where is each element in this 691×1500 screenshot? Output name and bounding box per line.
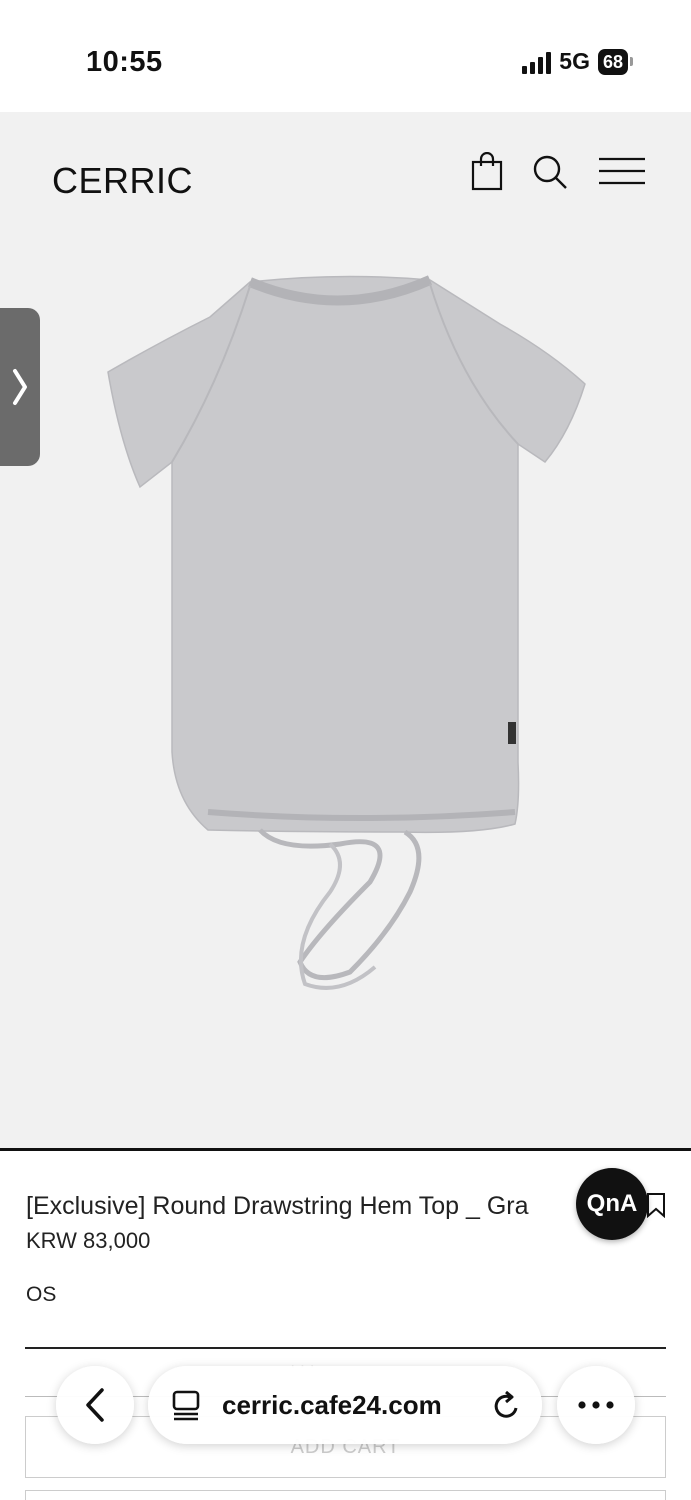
reload-icon[interactable]: [492, 1389, 522, 1426]
more-button[interactable]: [557, 1366, 635, 1444]
search-icon[interactable]: [530, 152, 570, 197]
back-icon: [86, 1388, 104, 1422]
divider: [25, 1347, 666, 1349]
bookmark-icon[interactable]: [645, 1192, 667, 1223]
browser-toolbar: cerric.cafe24.com: [0, 1362, 691, 1452]
battery-tip: [630, 57, 633, 66]
product-image[interactable]: [100, 272, 590, 1007]
qna-button[interactable]: QnA: [576, 1168, 648, 1240]
menu-icon[interactable]: [597, 156, 647, 191]
chevron-right-icon: [13, 369, 27, 405]
back-button[interactable]: [56, 1366, 134, 1444]
url-text: cerric.cafe24.com: [222, 1389, 442, 1420]
url-bar[interactable]: cerric.cafe24.com: [148, 1366, 542, 1444]
product-option[interactable]: OS: [26, 1283, 56, 1307]
bag-icon[interactable]: [470, 151, 504, 197]
network-label: 5G: [559, 48, 590, 74]
status-indicators: 5G 68: [522, 48, 633, 75]
status-bar: 10:55 5G 68: [0, 0, 691, 112]
product-price: KRW 83,000: [26, 1228, 151, 1253]
divider: [0, 1148, 691, 1151]
product-name: [Exclusive] Round Drawstring Hem Top _ G…: [26, 1192, 529, 1220]
brand-logo[interactable]: CERRIC: [52, 160, 193, 202]
status-time: 10:55: [86, 46, 163, 78]
more-icon: [578, 1401, 614, 1409]
signal-icon: [522, 50, 552, 74]
tabs-icon: [172, 1390, 200, 1421]
battery-icon: 68: [597, 48, 628, 75]
buy-button-edge[interactable]: [25, 1490, 666, 1500]
side-drawer-tab[interactable]: [0, 308, 40, 466]
product-hero: CERRIC: [0, 112, 691, 1148]
